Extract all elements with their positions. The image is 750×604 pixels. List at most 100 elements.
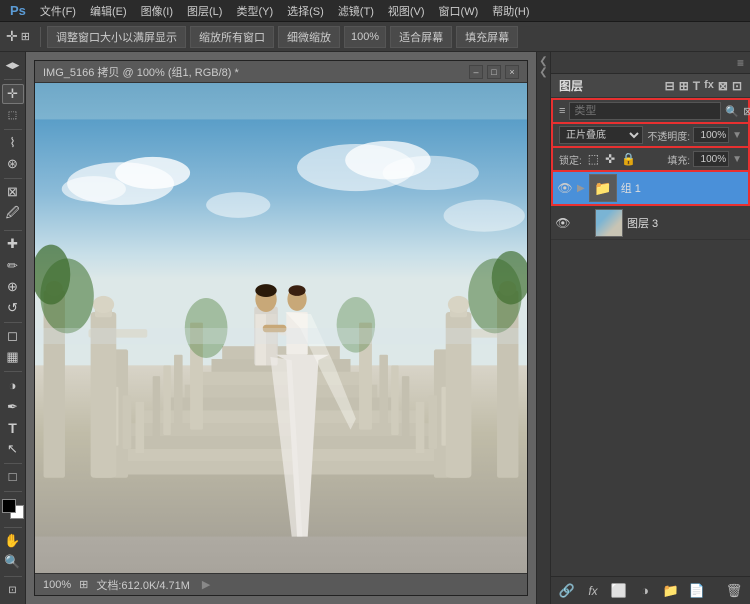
layers-search-input[interactable] (569, 102, 721, 120)
fill-arrow[interactable]: ▼ (732, 154, 742, 165)
dodge-tool[interactable]: ◑ (2, 376, 24, 395)
menu-window[interactable]: 窗口(W) (433, 1, 485, 21)
panel-options-icon[interactable]: ≡ (737, 56, 744, 70)
layer-expand-arrow[interactable]: ▶ (577, 183, 585, 194)
collapse-arrow[interactable]: ❮ (539, 56, 547, 67)
link-btn[interactable]: 🔗 (557, 581, 577, 601)
nav-arrow[interactable]: ▶ (202, 578, 210, 591)
pen-tool[interactable]: ✒ (2, 397, 24, 416)
tool-sep-8 (4, 527, 22, 528)
move-tool-icon: ✛ (6, 28, 18, 45)
menu-help[interactable]: 帮助(H) (486, 1, 535, 21)
mask-icon-title[interactable]: ⊡ (732, 79, 742, 93)
zoom-display: 100% (43, 579, 71, 591)
doc-minimize-btn[interactable]: – (469, 65, 483, 79)
zoom-all-btn[interactable]: 缩放所有窗口 (190, 26, 274, 48)
quick-select-tool[interactable]: ⊛ (2, 155, 24, 174)
toolbar-separator-1 (40, 27, 41, 47)
kind-filter-icon[interactable]: ⊠ (743, 105, 750, 118)
history-brush[interactable]: ↺ (2, 298, 24, 317)
shape-tool[interactable]: □ (2, 467, 24, 486)
layer-name-layer3: 图层 3 (627, 215, 746, 231)
type-tool[interactable]: T (2, 418, 24, 437)
menu-image[interactable]: 图像(I) (135, 1, 179, 21)
hand-tool[interactable]: ✋ (2, 532, 24, 551)
opacity-input[interactable] (693, 127, 729, 143)
menu-type[interactable]: 类型(Y) (230, 1, 279, 21)
layer-eye-layer3[interactable]: 👁 (555, 215, 571, 231)
move-tool[interactable]: ✛ (2, 84, 24, 103)
screen-mode[interactable]: ⊡ (2, 581, 24, 600)
status-icon: ⊞ (79, 578, 88, 591)
healing-tool[interactable]: ✚ (2, 235, 24, 254)
lock-move-icon[interactable]: ✜ (605, 152, 615, 166)
mask-btn[interactable]: ⬜ (609, 581, 629, 601)
tool-sep-0 (4, 79, 22, 80)
fx-btn[interactable]: fx (583, 581, 603, 601)
collapse-arrow-2[interactable]: ❮ (539, 67, 547, 78)
link-icon-title[interactable]: ⊠ (718, 79, 728, 93)
tool-sep-7 (4, 491, 22, 492)
photo-svg (35, 83, 527, 573)
zoom-level: 100% (344, 26, 386, 48)
ps-logo[interactable]: Ps (4, 1, 32, 20)
layers-title: 图层 (559, 77, 583, 94)
menu-select[interactable]: 选择(S) (281, 1, 330, 21)
eraser-tool[interactable]: ◻ (2, 327, 24, 346)
layers-bottom-bar: 🔗 fx ⬜ ◑ 📁 📄 🗑 (551, 576, 750, 604)
canvas-area: IMG_5166 拷贝 @ 100% (组1, RGB/8) * – □ × (26, 52, 536, 604)
delete-btn[interactable]: 🗑 (724, 581, 744, 601)
fit-screen-btn[interactable]: 适合屏幕 (390, 26, 452, 48)
opacity-arrow[interactable]: ▼ (732, 130, 742, 141)
lock-all-icon[interactable]: 🔒 (621, 152, 636, 166)
new-layer-btn[interactable]: 📄 (687, 581, 707, 601)
options-icon[interactable]: T (693, 79, 700, 93)
main-area: ◀▶ ✛ ⬚ ⌇ ⊛ ⊠ 🖉 ✚ ✏ ⊕ ↺ ◻ ▦ ◑ ✒ T ↖ □ ✋ 🔍 (0, 52, 750, 604)
opacity-row: 不透明度: ▼ (647, 127, 742, 143)
wedding-photo (35, 83, 527, 573)
fill-input[interactable] (693, 151, 729, 167)
fx-icon[interactable]: fx (704, 79, 714, 93)
menu-file[interactable]: 文件(F) (34, 1, 82, 21)
menu-filter[interactable]: 滤镜(T) (332, 1, 380, 21)
document-statusbar: 100% ⊞ 文档:612.0K/4.71M ▶ (35, 573, 527, 595)
brush-tool[interactable]: ✏ (2, 256, 24, 275)
eyedropper-tool[interactable]: 🖉 (2, 204, 24, 226)
blend-mode-select[interactable]: 正片叠底 (559, 126, 643, 144)
document-title: IMG_5166 拷贝 @ 100% (组1, RGB/8) * (43, 64, 239, 80)
menu-layer[interactable]: 图层(L) (181, 1, 228, 21)
layers-search-row: ≡ 🔍 ⊠ ⬚ ◑ T ◆ ⊟ (551, 98, 750, 124)
zoom-tool[interactable]: 🔍 (2, 553, 24, 572)
chart-icon[interactable]: ⊞ (679, 79, 689, 93)
search-icon[interactable]: 🔍 (725, 105, 739, 118)
menu-bar: Ps 文件(F) 编辑(E) 图像(I) 图层(L) 类型(Y) 选择(S) 滤… (0, 0, 750, 22)
selection-tool[interactable]: ⬚ (2, 106, 24, 125)
tool-sep-2 (4, 178, 22, 179)
layer-eye-group1[interactable]: 👁 (557, 180, 573, 196)
group-btn[interactable]: 📁 (661, 581, 681, 601)
toolbox: ◀▶ ✛ ⬚ ⌇ ⊛ ⊠ 🖉 ✚ ✏ ⊕ ↺ ◻ ▦ ◑ ✒ T ↖ □ ✋ 🔍 (0, 52, 26, 604)
adjustment-btn[interactable]: ◑ (635, 581, 655, 601)
doc-maximize-btn[interactable]: □ (487, 65, 501, 79)
toolbox-collapse[interactable]: ◀▶ (2, 56, 24, 75)
layer-item-group1[interactable]: 👁 ▶ 📁 组 1 (551, 170, 750, 206)
color-swatches[interactable] (2, 499, 24, 518)
tool-sep-9 (4, 576, 22, 577)
document-canvas[interactable] (35, 83, 527, 573)
kind-icon[interactable]: ⊟ (665, 79, 675, 93)
fine-zoom-btn[interactable]: 细微缩放 (278, 26, 340, 48)
fit-window-btn[interactable]: 调整窗口大小以满屏显示 (47, 26, 186, 48)
clone-tool[interactable]: ⊕ (2, 277, 24, 296)
menu-view[interactable]: 视图(V) (382, 1, 431, 21)
foreground-color[interactable] (2, 499, 16, 513)
doc-close-btn[interactable]: × (505, 65, 519, 79)
crop-tool[interactable]: ⊠ (2, 183, 24, 202)
lock-pixels-icon[interactable]: ⬚ (588, 152, 599, 166)
layer-item-layer3[interactable]: 👁 图层 3 (551, 206, 750, 240)
menu-edit[interactable]: 编辑(E) (84, 1, 133, 21)
path-select-tool[interactable]: ↖ (2, 439, 24, 458)
fill-screen-btn[interactable]: 填充屏幕 (456, 26, 518, 48)
gradient-tool[interactable]: ▦ (2, 348, 24, 367)
tool-sep-6 (4, 463, 22, 464)
lasso-tool[interactable]: ⌇ (2, 134, 24, 153)
